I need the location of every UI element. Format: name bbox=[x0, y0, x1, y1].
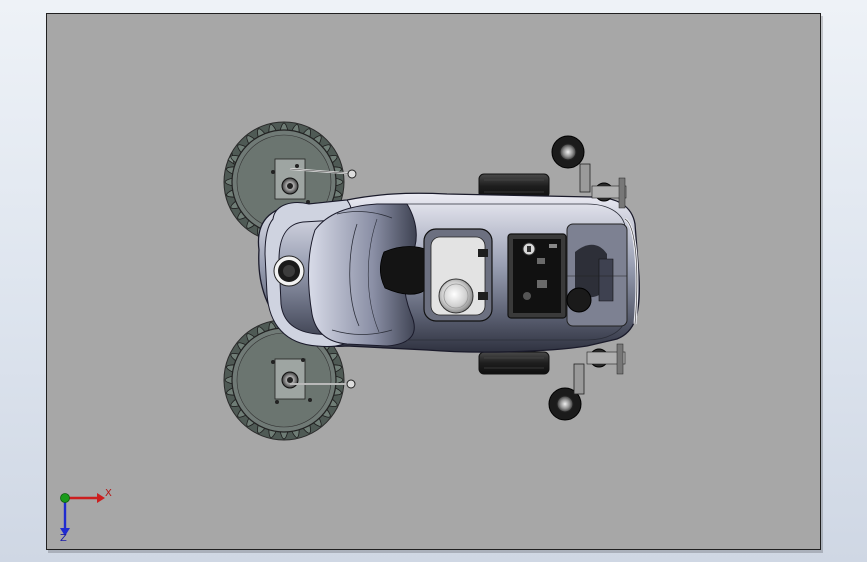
model-drawing[interactable] bbox=[47, 14, 820, 549]
graphics-viewport[interactable]: X Z bbox=[46, 13, 821, 550]
rear-tire-bottom bbox=[478, 351, 550, 375]
triad-x-label: X bbox=[105, 488, 112, 499]
y-axis-origin-icon bbox=[60, 493, 70, 503]
caster-assembly-bottom bbox=[548, 343, 626, 421]
x-axis-arrow bbox=[97, 493, 105, 503]
vehicle-body bbox=[257, 192, 641, 353]
triad-z-label: Z bbox=[60, 533, 67, 544]
